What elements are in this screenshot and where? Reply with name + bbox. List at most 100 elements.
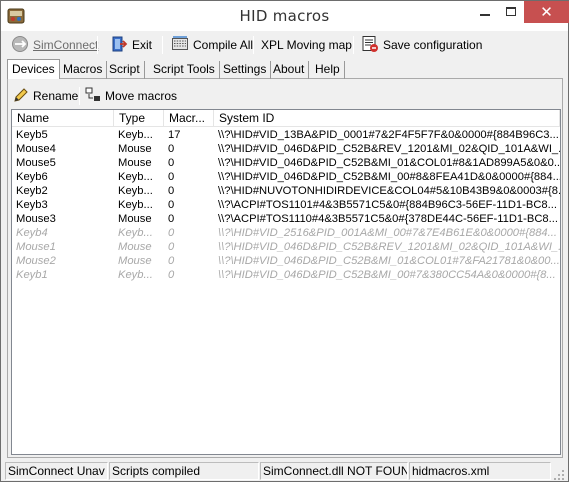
toolbar-separator <box>253 36 254 54</box>
cell-type: Keyb... <box>118 171 153 183</box>
tab-label: Settings <box>223 62 267 76</box>
table-row[interactable]: Keyb4 Keyb... 0 \\?\HID#VID_2516&PID_001A&M… <box>12 226 560 240</box>
tab-script[interactable]: Script <box>105 61 145 79</box>
toolbar-separator <box>353 36 354 54</box>
simconnect-button[interactable]: SimConnect <box>7 34 102 56</box>
cell-macros: 0 <box>168 269 175 281</box>
move-macros-button[interactable]: Move macros <box>81 85 181 107</box>
status-bar: SimConnect Unav Scripts compiled SimConn… <box>5 461 565 481</box>
table-row[interactable]: Mouse1 Mouse 0 \\?\HID#VID_046D&PID_C52B&RE… <box>12 240 560 254</box>
device-list[interactable]: Name Type Macr... System ID Keyb5 Keyb...… <box>11 109 561 455</box>
cell-macros: 0 <box>168 241 175 253</box>
cell-macros: 0 <box>168 227 175 239</box>
minimize-button[interactable] <box>472 1 498 23</box>
table-row[interactable]: Mouse2 Mouse 0 \\?\HID#VID_046D&PID_C52B&MI… <box>12 254 560 268</box>
table-row[interactable]: Mouse5 Mouse 0 \\?\HID#VID_046D&PID_C52B&MI… <box>12 156 560 170</box>
tab-label: Script Tools <box>153 62 215 76</box>
cell-macros: 0 <box>168 143 175 155</box>
column-header-macros[interactable]: Macr... <box>164 110 214 127</box>
cell-type: Keyb... <box>118 185 153 197</box>
tab-label: Script <box>109 62 140 76</box>
cell-macros: 0 <box>168 199 175 211</box>
xpl-moving-map-label: XPL Moving map <box>261 38 352 52</box>
tab-label: Devices <box>12 62 55 76</box>
cell-type: Keyb... <box>118 199 153 211</box>
tab-devices[interactable]: Devices <box>7 59 60 79</box>
cell-system-id: \\?\ACPI#TOS1110#4&3B5571C5&0#{378DE44C-… <box>218 213 558 225</box>
table-row[interactable]: Keyb1 Keyb... 0 \\?\HID#VID_046D&PID_C52B&M… <box>12 268 560 282</box>
cell-type: Keyb... <box>118 227 153 239</box>
main-window: HID macros ✕ SimConnect Exit Compile All… <box>0 0 569 482</box>
tab-settings[interactable]: Settings <box>219 61 272 79</box>
cell-type: Mouse <box>118 241 152 253</box>
cell-type: Mouse <box>118 213 152 225</box>
cell-name: Mouse5 <box>16 157 56 169</box>
table-row[interactable]: Keyb6 Keyb... 0 \\?\HID#VID_046D&PID_C52B&M… <box>12 170 560 184</box>
cell-macros: 0 <box>168 157 175 169</box>
cell-macros: 0 <box>168 185 175 197</box>
table-row[interactable]: Mouse3 Mouse 0 \\?\ACPI#TOS1110#4&3B5571C5&… <box>12 212 560 226</box>
rename-button[interactable]: Rename <box>9 85 82 107</box>
save-configuration-button[interactable]: Save configuration <box>357 34 486 56</box>
xpl-moving-map-button[interactable]: XPL Moving map <box>257 34 356 56</box>
cell-name: Keyb4 <box>16 227 48 239</box>
simconnect-disabled-icon <box>11 35 29 56</box>
cell-system-id: \\?\ACPI#TOS1101#4&3B5571C5&0#{884B96C3-… <box>218 199 557 211</box>
status-simconnect: SimConnect Unav <box>5 462 108 480</box>
rename-label: Rename <box>33 89 79 103</box>
tab-strip: Devices Macros Script Script Tools Setti… <box>7 59 563 79</box>
status-dll: SimConnect.dll NOT FOUN <box>260 462 408 480</box>
exit-button[interactable]: Exit <box>106 34 156 56</box>
cell-system-id: \\?\HID#VID_2516&PID_001A&MI_00#7&7E4B61… <box>218 227 557 239</box>
maximize-button[interactable] <box>498 1 524 23</box>
toolbar-separator <box>97 36 98 54</box>
tab-about[interactable]: About <box>269 61 310 79</box>
cell-system-id: \\?\HID#VID_046D&PID_C52B&REV_1201&MI_02… <box>218 143 560 155</box>
cell-system-id: \\?\HID#VID_046D&PID_C52B&MI_00#8&8FEA41… <box>218 171 560 183</box>
cell-system-id: \\?\HID#VID_046D&PID_C52B&MI_00#7&380CC5… <box>218 269 556 281</box>
cell-type: Mouse <box>118 157 152 169</box>
compile-all-button[interactable]: Compile All <box>167 34 257 56</box>
tab-label: About <box>273 62 305 76</box>
cell-system-id: \\?\HID#VID_046D&PID_C52B&MI_01&COL01#8&… <box>218 157 560 169</box>
simconnect-label: SimConnect <box>33 38 99 52</box>
compile-all-label: Compile All <box>193 38 254 52</box>
compile-icon <box>171 35 189 56</box>
title-bar[interactable]: HID macros ✕ <box>1 1 569 31</box>
column-header-type[interactable]: Type <box>114 110 164 127</box>
cell-name: Keyb1 <box>16 269 48 281</box>
exit-label: Exit <box>132 38 153 52</box>
cell-name: Keyb5 <box>16 129 48 141</box>
cell-system-id: \\?\HID#NUVOTONHIDIRDEVICE&COL04#5&10B43… <box>218 185 560 197</box>
table-row[interactable]: Keyb3 Keyb... 0 \\?\ACPI#TOS1101#4&3B5571C5… <box>12 198 560 212</box>
cell-type: Mouse <box>118 255 152 267</box>
save-configuration-label: Save configuration <box>383 38 483 52</box>
column-header-label: System ID <box>219 111 275 125</box>
rename-pencil-icon <box>13 87 29 106</box>
cell-macros: 0 <box>168 213 175 225</box>
tab-macros[interactable]: Macros <box>59 61 108 79</box>
close-button[interactable]: ✕ <box>524 1 569 23</box>
cell-system-id: \\?\HID#VID_046D&PID_C52B&REV_1201&MI_02… <box>218 241 560 253</box>
tab-script-tools[interactable]: Script Tools <box>149 61 220 79</box>
column-header-name[interactable]: Name <box>12 110 114 127</box>
minimize-icon <box>480 14 490 16</box>
table-row[interactable]: Mouse4 Mouse 0 \\?\HID#VID_046D&PID_C52B&RE… <box>12 142 560 156</box>
tab-help[interactable]: Help <box>311 61 345 79</box>
cell-name: Keyb6 <box>16 171 48 183</box>
cell-macros: 17 <box>168 129 181 141</box>
cell-system-id: \\?\HID#VID_13BA&PID_0001#7&2F4F5F7F&0&0… <box>218 129 559 141</box>
cell-name: Mouse1 <box>16 241 56 253</box>
cell-macros: 0 <box>168 255 175 267</box>
toolbar-separator <box>162 36 163 54</box>
column-header-system-id[interactable]: System ID <box>214 110 560 127</box>
maximize-icon <box>506 7 516 16</box>
table-row[interactable]: Keyb5 Keyb... 17 \\?\HID#VID_13BA&PID_0001#… <box>12 128 560 142</box>
resize-grip-icon[interactable] <box>553 469 565 481</box>
move-macros-label: Move macros <box>105 89 178 103</box>
cell-type: Keyb... <box>118 129 153 141</box>
column-header-label: Macr... <box>169 111 206 125</box>
move-macros-icon <box>85 87 101 106</box>
exit-door-icon <box>110 35 128 56</box>
table-row[interactable]: Keyb2 Keyb... 0 \\?\HID#NUVOTONHIDIRDEVICE&… <box>12 184 560 198</box>
